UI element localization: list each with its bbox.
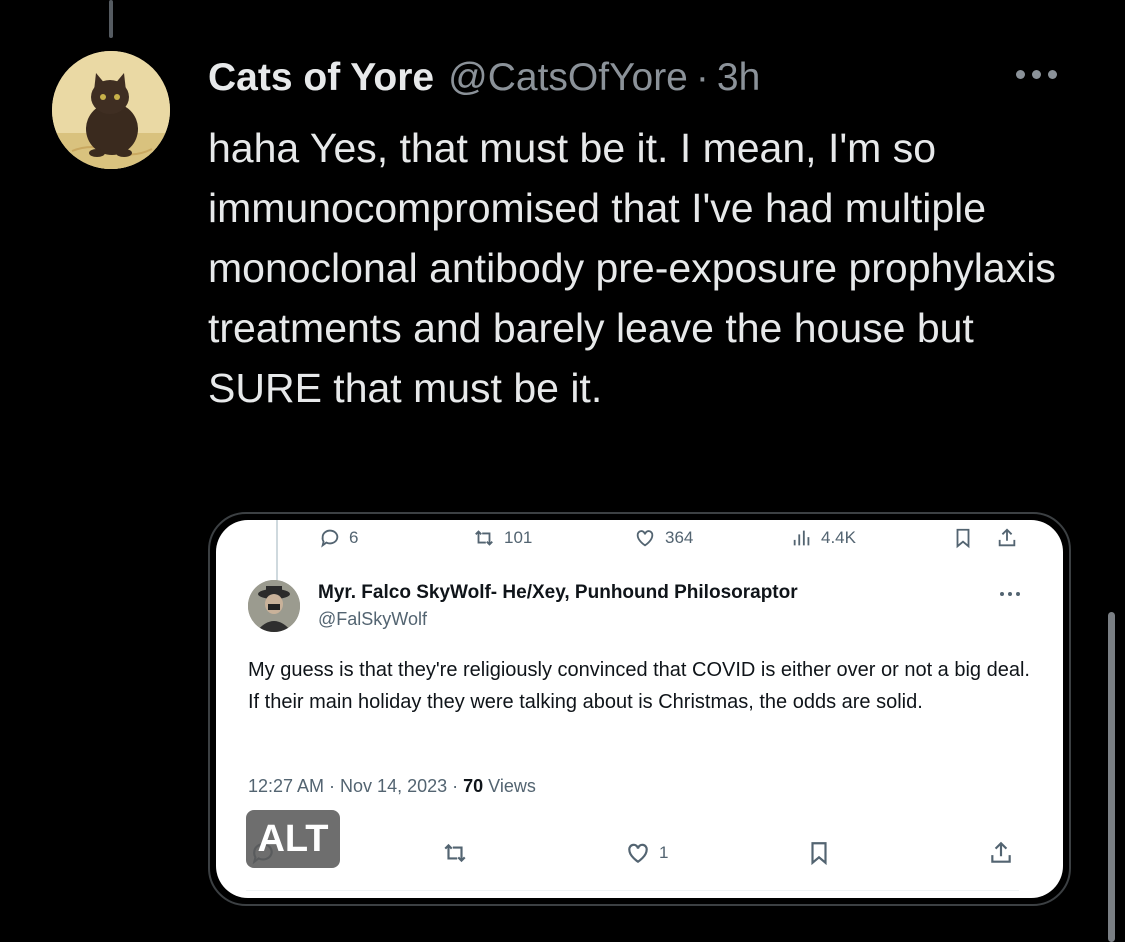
bookmark-icon — [806, 840, 832, 866]
bookmark-icon — [952, 525, 974, 551]
repost-icon — [475, 530, 493, 546]
post-time[interactable]: 3h — [717, 56, 760, 100]
thread-connector-line — [276, 520, 278, 580]
screenshot-of-tweet: 6 101 364 4.4K Myr. Falco SkyWolf- He/Xe… — [216, 520, 1063, 898]
tweet-header: Cats of Yore @CatsOfYore · 3h — [208, 56, 760, 106]
heart-icon — [636, 530, 654, 547]
user-handle[interactable]: @CatsOfYore — [448, 56, 688, 100]
analytics-icon — [793, 530, 810, 546]
author-handle: @FalSkyWolf — [318, 609, 427, 629]
thread-connector-line — [109, 0, 113, 38]
author-name: Myr. Falco SkyWolf- He/Xey, Punhound Phi… — [318, 582, 798, 603]
repost-icon — [442, 840, 468, 866]
heart-icon — [628, 843, 648, 863]
display-name[interactable]: Cats of Yore — [208, 56, 434, 100]
tweet-text: haha Yes, that must be it. I mean, I'm s… — [208, 125, 1056, 411]
reply-icon — [321, 529, 339, 548]
like-count: 1 — [625, 840, 668, 866]
view-count: 4.4K — [791, 525, 856, 551]
alt-text-button[interactable]: ALT — [246, 810, 340, 868]
scrollbar[interactable] — [1108, 612, 1115, 942]
more-horizontal-icon — [1000, 592, 1020, 596]
avatar — [248, 580, 300, 632]
separator-dot: · — [695, 56, 709, 99]
repost-count: 101 — [472, 525, 532, 551]
action-bar: 1 — [216, 840, 1063, 870]
cat-portrait-avatar[interactable] — [52, 51, 170, 169]
post-text: My guess is that they're religiously con… — [248, 659, 1030, 713]
post-timestamp: 12:27 AM · Nov 14, 2023 · 70 Views — [248, 776, 536, 796]
share-icon — [988, 840, 1014, 866]
more-horizontal-icon[interactable] — [1016, 70, 1057, 79]
reply-count: 6 — [319, 525, 358, 551]
share-icon — [996, 525, 1018, 551]
divider — [246, 890, 1019, 891]
like-count: 364 — [633, 525, 693, 551]
